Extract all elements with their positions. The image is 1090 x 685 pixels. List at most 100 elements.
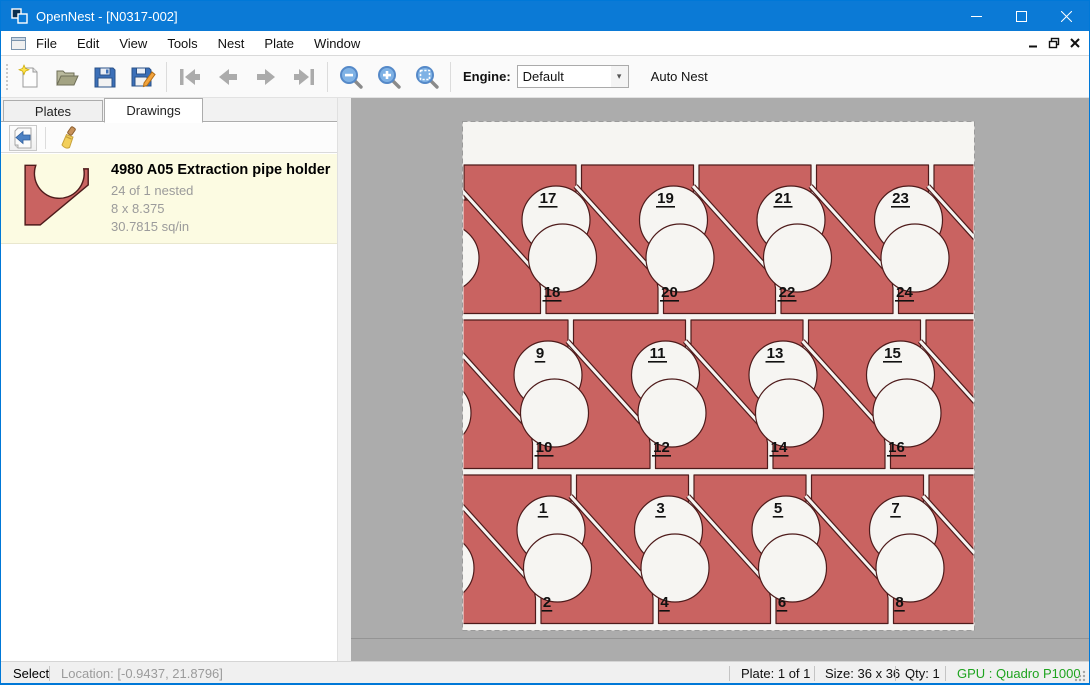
menu-nest[interactable]: Nest (208, 32, 255, 55)
go-last-icon (291, 64, 317, 90)
zoom-fit-button[interactable] (408, 59, 446, 95)
status-separator (729, 666, 730, 681)
status-separator (814, 666, 815, 681)
engine-select[interactable]: Default ▾ (517, 65, 629, 88)
svg-text:23: 23 (892, 190, 909, 207)
svg-text:3: 3 (656, 500, 664, 517)
open-file-icon (54, 64, 80, 90)
window-controls (954, 1, 1089, 31)
mdi-restore-button[interactable] (1043, 33, 1064, 53)
app-icon (11, 8, 28, 24)
svg-text:16: 16 (888, 439, 905, 456)
engine-label: Engine: (463, 69, 511, 84)
auto-nest-button[interactable]: Auto Nest (643, 64, 716, 89)
document-window-icon[interactable] (11, 37, 26, 50)
panel-toolbar-separator (45, 127, 46, 149)
svg-text:17: 17 (540, 190, 557, 207)
plate-view[interactable]: 171921231820222491113151012141613572468 (462, 121, 975, 631)
status-size: Size: 36 x 36 (825, 666, 900, 681)
status-separator (895, 666, 896, 681)
part-nested-count: 24 of 1 nested (111, 183, 193, 198)
zoom-in-icon (376, 64, 402, 90)
broom-icon (56, 126, 80, 150)
toolbar-separator (450, 62, 451, 92)
svg-text:1: 1 (539, 500, 547, 517)
go-previous-button[interactable] (209, 59, 247, 95)
menu-window[interactable]: Window (304, 32, 370, 55)
go-first-button[interactable] (171, 59, 209, 95)
status-location: Location: [-0.9437, 21.8796] (61, 666, 223, 681)
menu-edit[interactable]: Edit (67, 32, 109, 55)
save-icon (92, 64, 118, 90)
import-drawing-button[interactable] (9, 125, 37, 151)
mdi-close-button[interactable] (1064, 33, 1085, 53)
svg-text:13: 13 (767, 345, 784, 362)
panel-splitter[interactable] (337, 98, 351, 661)
svg-text:5: 5 (774, 500, 782, 517)
main-toolbar: Engine: Default ▾ Auto Nest (1, 56, 1089, 98)
svg-text:14: 14 (771, 439, 788, 456)
zoom-fit-icon (414, 64, 440, 90)
svg-text:20: 20 (661, 284, 678, 301)
window-title: OpenNest - [N0317-002] (36, 9, 178, 24)
close-button[interactable] (1044, 1, 1089, 31)
app-window: OpenNest - [N0317-002] File Edit View To… (0, 0, 1090, 685)
clean-button[interactable] (54, 125, 82, 151)
minimize-button[interactable] (954, 1, 999, 31)
svg-text:18: 18 (544, 284, 561, 301)
svg-text:10: 10 (536, 439, 553, 456)
svg-text:24: 24 (896, 284, 913, 301)
maximize-button[interactable] (999, 1, 1044, 31)
zoom-in-button[interactable] (370, 59, 408, 95)
save-as-button[interactable] (124, 59, 162, 95)
panel-toolbar (1, 123, 337, 153)
canvas-scroll-divider (351, 638, 1090, 639)
menu-view[interactable]: View (109, 32, 157, 55)
svg-text:8: 8 (895, 594, 903, 611)
tab-plates[interactable]: Plates (3, 100, 103, 122)
svg-text:22: 22 (779, 284, 796, 301)
panel-tab-strip: Plates Drawings (1, 98, 337, 122)
svg-text:2: 2 (543, 594, 551, 611)
go-next-button[interactable] (247, 59, 285, 95)
status-gpu: GPU : Quadro P1000 (957, 666, 1081, 681)
title-bar[interactable]: OpenNest - [N0317-002] (1, 1, 1089, 31)
mdi-restore-icon (1048, 37, 1060, 49)
svg-text:15: 15 (884, 345, 901, 362)
status-separator (49, 666, 50, 681)
list-item[interactable]: 4980 A05 Extraction pipe holder 24 of 1 … (1, 154, 337, 244)
new-file-button[interactable] (10, 59, 48, 95)
mdi-window-controls (1022, 31, 1085, 55)
part-title: 4980 A05 Extraction pipe holder (111, 162, 330, 178)
svg-text:7: 7 (891, 500, 899, 517)
menu-tools[interactable]: Tools (157, 32, 207, 55)
status-separator (945, 666, 946, 681)
zoom-out-button[interactable] (332, 59, 370, 95)
resize-grip[interactable] (1072, 668, 1086, 682)
svg-text:12: 12 (653, 439, 670, 456)
save-button[interactable] (86, 59, 124, 95)
svg-text:19: 19 (657, 190, 674, 207)
menu-bar: File Edit View Tools Nest Plate Window (1, 31, 1089, 56)
drawings-panel: Plates Drawings (1, 98, 337, 661)
menu-file[interactable]: File (26, 32, 67, 55)
go-next-icon (253, 64, 279, 90)
open-file-button[interactable] (48, 59, 86, 95)
status-bar: Select Location: [-0.9437, 21.8796] Plat… (1, 661, 1089, 684)
tab-drawings[interactable]: Drawings (104, 98, 203, 123)
nest-canvas[interactable]: 171921231820222491113151012141613572468 (351, 98, 1090, 661)
import-drawing-icon (12, 127, 34, 149)
toolbar-separator (166, 62, 167, 92)
go-last-button[interactable] (285, 59, 323, 95)
mdi-minimize-button[interactable] (1022, 33, 1043, 53)
menu-plate[interactable]: Plate (254, 32, 304, 55)
maximize-icon (1016, 11, 1027, 22)
svg-text:9: 9 (536, 345, 544, 362)
save-as-icon (130, 64, 156, 90)
part-thumbnail (13, 160, 103, 240)
mdi-minimize-icon (1028, 38, 1038, 48)
part-size: 8 x 8.375 (111, 201, 165, 216)
drawing-list: 4980 A05 Extraction pipe holder 24 of 1 … (1, 154, 337, 661)
svg-text:21: 21 (775, 190, 792, 207)
go-first-icon (177, 64, 203, 90)
